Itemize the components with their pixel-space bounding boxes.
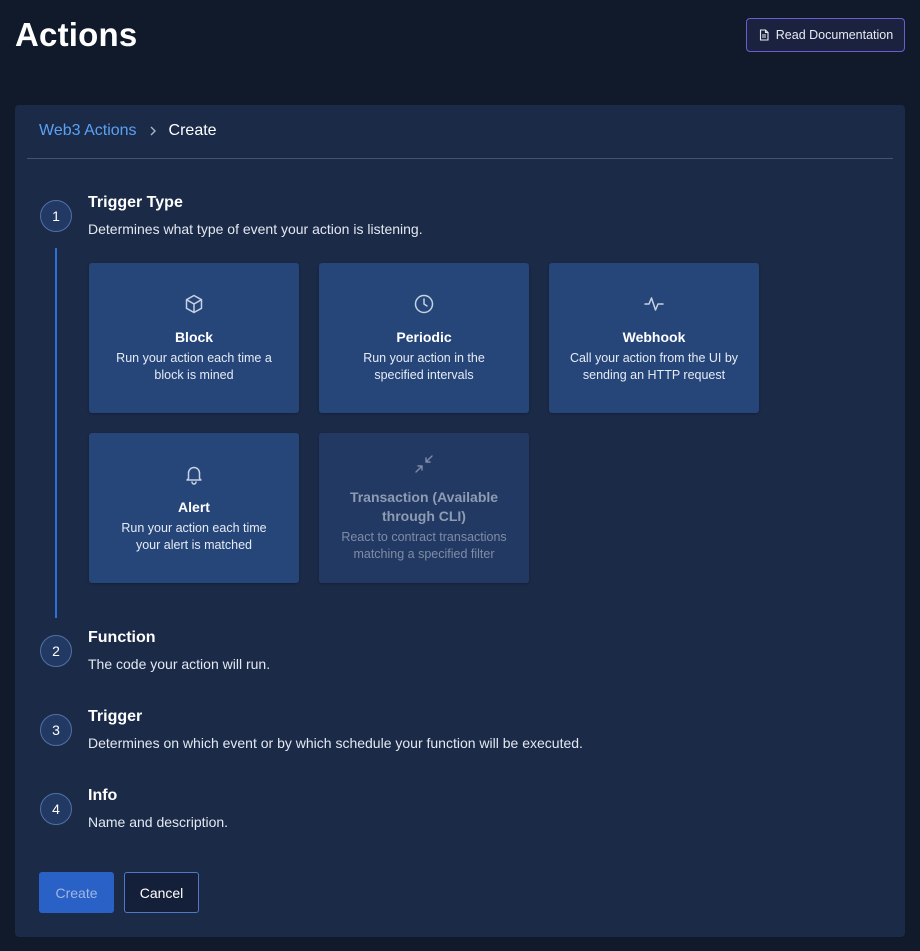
active-step-line — [55, 248, 57, 618]
trigger-card-block[interactable]: Block Run your action each time a block … — [89, 263, 299, 413]
page-title: Actions — [15, 16, 138, 53]
step-title-info: Info — [88, 787, 118, 804]
step-description-trigger-type: Determines what type of event your actio… — [88, 221, 423, 237]
trigger-card-webhook[interactable]: Webhook Call your action from the UI by … — [549, 263, 759, 413]
trigger-card-periodic[interactable]: Periodic Run your action in the specifie… — [319, 263, 529, 413]
breadcrumb-web3-actions-link[interactable]: Web3 Actions — [39, 122, 137, 140]
step-title-function: Function — [88, 629, 156, 646]
step-description-info: Name and description. — [88, 814, 229, 830]
cube-icon — [185, 294, 203, 314]
trigger-card-description-line: Run your action each time — [121, 521, 267, 535]
trigger-card-description-line: specified intervals — [374, 368, 474, 382]
trigger-card-description-line: Call your action from the UI by — [569, 351, 739, 365]
step-number-1: 1 — [40, 200, 72, 232]
trigger-card-title: Webhook — [622, 329, 686, 345]
step-title-trigger: Trigger — [88, 708, 143, 725]
document-icon — [759, 29, 769, 41]
minimize-arrows-icon — [415, 455, 433, 473]
clock-icon — [414, 294, 434, 314]
trigger-card-title: Periodic — [396, 329, 452, 345]
bell-icon — [186, 466, 202, 485]
trigger-card-title: Alert — [178, 499, 210, 515]
trigger-card-description-line: Run your action in the — [363, 351, 485, 365]
read-documentation-button[interactable]: Read Documentation — [746, 18, 905, 52]
create-action-panel: Web3 Actions Create 1 Trigger Type Deter… — [15, 105, 905, 937]
read-documentation-label: Read Documentation — [775, 28, 894, 42]
chevron-right-icon — [149, 123, 157, 139]
trigger-card-description-line: matching a specified filter — [353, 547, 495, 561]
trigger-card-title: Transaction (Available — [349, 489, 499, 505]
trigger-card-description-line: React to contract transactions — [341, 530, 507, 544]
step-description-trigger: Determines on which event or by which sc… — [88, 735, 583, 751]
step-title-trigger-type: Trigger Type — [88, 194, 183, 211]
step-number-4: 4 — [40, 793, 72, 825]
step-description-function: The code your action will run. — [88, 656, 271, 672]
trigger-card-title: through CLI) — [382, 508, 466, 524]
trigger-card-description-line: your alert is matched — [135, 538, 253, 552]
cancel-button[interactable]: Cancel — [124, 872, 199, 913]
breadcrumb-current: Create — [168, 122, 217, 139]
trigger-card-description-line: Run your action each time a — [116, 351, 272, 365]
trigger-card-transaction: Transaction (Available through CLI) Reac… — [319, 433, 529, 583]
divider — [27, 158, 893, 159]
activity-icon — [644, 297, 664, 311]
breadcrumb: Web3 Actions Create — [39, 122, 217, 140]
step-number-2: 2 — [40, 635, 72, 667]
trigger-card-alert[interactable]: Alert Run your action each time your ale… — [89, 433, 299, 583]
step-number-3: 3 — [40, 714, 72, 746]
trigger-card-description-line: block is mined — [154, 368, 234, 382]
trigger-card-description-line: sending an HTTP request — [582, 368, 726, 382]
trigger-card-title: Block — [174, 329, 214, 345]
create-button[interactable]: Create — [39, 872, 114, 913]
